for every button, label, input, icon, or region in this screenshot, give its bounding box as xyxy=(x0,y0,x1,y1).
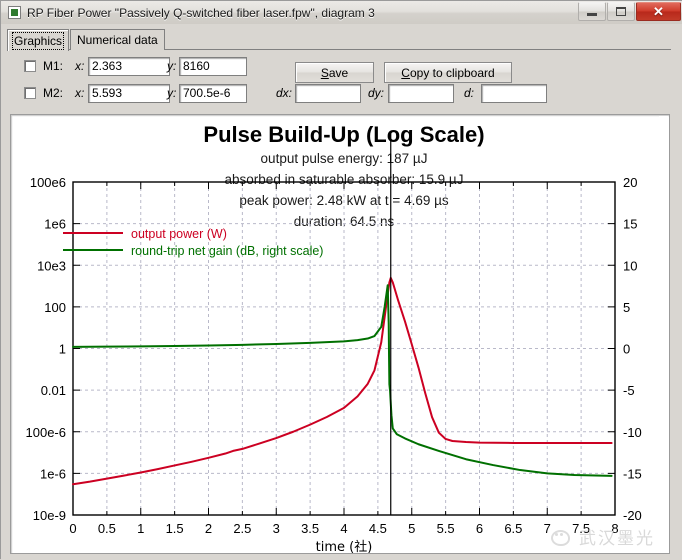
x-axis-tick-label: 6 xyxy=(476,521,483,536)
delta-x-input[interactable] xyxy=(295,84,361,103)
x-axis-tick-label: 2.5 xyxy=(233,521,251,536)
copy-button-rest: opy to clipboard xyxy=(409,65,495,80)
x-axis-tick-label: 1 xyxy=(137,521,144,536)
y-axis-left-tick-label: 1 xyxy=(59,342,66,357)
minimize-button[interactable] xyxy=(578,2,606,21)
marker-m2-y-label: y: xyxy=(167,86,177,100)
window-controls: ✕ xyxy=(577,2,681,22)
y-axis-right-tick-label: 0 xyxy=(623,342,630,357)
application-window: RP Fiber Power "Passively Q-switched fib… xyxy=(0,0,682,560)
save-button-label: Save xyxy=(320,65,349,80)
delta-x-label: dx: xyxy=(276,86,293,100)
y-axis-left-tick-label: 1e6 xyxy=(44,217,66,232)
marker-m1-x-input[interactable]: 2.363 xyxy=(88,57,170,76)
marker-m1-y-input[interactable]: 8160 xyxy=(179,57,247,76)
x-axis-tick-label: 2 xyxy=(205,521,212,536)
owl-logo-icon xyxy=(551,529,573,546)
copy-button-label: Copy to clipboard xyxy=(401,65,495,80)
title-bar[interactable]: RP Fiber Power "Passively Q-switched fib… xyxy=(1,1,682,24)
diagram-canvas[interactable]: Pulse Build-Up (Log Scale) output pulse e… xyxy=(10,114,670,554)
save-button[interactable]: Save xyxy=(295,62,374,83)
series-line xyxy=(72,284,613,477)
y-axis-left-tick-label: 10e-9 xyxy=(33,508,66,523)
delta-y-input[interactable] xyxy=(388,84,454,103)
maximize-button[interactable] xyxy=(607,2,635,21)
tab-numerical-data-label: Numerical data xyxy=(77,33,158,47)
marker-m2-y-input[interactable]: 700.5e-6 xyxy=(179,84,247,103)
x-axis-tick-label: 5.5 xyxy=(437,521,455,536)
tab-graphics[interactable]: Graphics xyxy=(7,29,70,51)
distance-input[interactable] xyxy=(481,84,547,103)
y-axis-left-tick-label: 10e3 xyxy=(37,258,66,273)
y-axis-right-tick-label: -10 xyxy=(623,425,642,440)
x-axis-tick-label: 4.5 xyxy=(369,521,387,536)
x-axis-tick-label: 7 xyxy=(544,521,551,536)
close-icon: ✕ xyxy=(653,4,664,19)
y-axis-right-tick-label: 15 xyxy=(623,217,637,232)
x-axis-tick-label: 1.5 xyxy=(166,521,184,536)
y-axis-left-tick-label: 0.01 xyxy=(41,383,66,398)
watermark-text: 武汉墨光 xyxy=(579,529,655,549)
legend-label: round-trip net gain (dB, right scale) xyxy=(131,244,323,258)
marker-m2-checkbox[interactable] xyxy=(24,87,36,99)
copy-to-clipboard-button[interactable]: Copy to clipboard xyxy=(384,62,512,83)
marker-row-m2: M2: x: 5.593 y: 700.5e-6 dx: dy: d: xyxy=(7,84,677,104)
x-axis-tick-label: 0.5 xyxy=(98,521,116,536)
tab-strip: Graphics Numerical data xyxy=(7,29,677,51)
watermark: 武汉墨光 xyxy=(551,524,655,549)
marker-m1-y-label: y: xyxy=(167,59,177,73)
y-axis-right-tick-label: 5 xyxy=(623,300,630,315)
close-button[interactable]: ✕ xyxy=(636,2,681,21)
save-button-rest: ave xyxy=(328,65,349,80)
x-axis-tick-label: 6.5 xyxy=(504,521,522,536)
marker-m2-label: M2: xyxy=(43,86,64,100)
tab-graphics-label: Graphics xyxy=(11,31,65,50)
tab-numerical-data[interactable]: Numerical data xyxy=(70,29,165,50)
x-axis-title: time (社) xyxy=(316,539,373,553)
x-axis-tick-label: 3.5 xyxy=(301,521,319,536)
chart-title: Pulse Build-Up (Log Scale) xyxy=(203,122,484,147)
marker-m1-x-label: x: xyxy=(75,59,85,73)
legend-label: output power (W) xyxy=(131,227,227,241)
x-axis-tick-label: 5 xyxy=(408,521,415,536)
distance-label: d: xyxy=(464,86,475,100)
x-axis-tick-label: 3 xyxy=(273,521,280,536)
x-axis-tick-label: 4 xyxy=(340,521,347,536)
y-axis-right-tick-label: -20 xyxy=(623,508,642,523)
window-title: RP Fiber Power "Passively Q-switched fib… xyxy=(27,5,375,20)
marker-m1-checkbox[interactable] xyxy=(24,60,36,72)
client-area: Graphics Numerical data M1: x: 2.363 y: … xyxy=(1,24,682,560)
x-axis-tick-label: 0 xyxy=(69,521,76,536)
pulse-build-up-chart: Pulse Build-Up (Log Scale) output pulse e… xyxy=(26,122,642,553)
marker-m2-x-label: x: xyxy=(75,86,85,100)
series-line xyxy=(72,276,613,486)
marker-panel: M1: x: 2.363 y: 8160 Save Copy to clipbo… xyxy=(7,50,677,104)
app-icon xyxy=(8,6,21,19)
y-axis-left-tick-label: 1e-6 xyxy=(40,466,66,481)
y-axis-left-tick-label: 100e6 xyxy=(30,175,66,190)
y-axis-right-tick-label: -5 xyxy=(623,383,635,398)
y-axis-right-tick-label: 10 xyxy=(623,258,637,273)
marker-row-m1: M1: x: 2.363 y: 8160 Save Copy to clipbo… xyxy=(7,57,677,83)
y-axis-right-tick-label: 20 xyxy=(623,175,637,190)
y-axis-left-tick-label: 100 xyxy=(44,300,66,315)
y-axis-right-tick-label: -15 xyxy=(623,466,642,481)
marker-m2-x-input[interactable]: 5.593 xyxy=(88,84,170,103)
chart-annotation: output pulse energy: 187 µJ xyxy=(261,151,428,166)
delta-y-label: dy: xyxy=(368,86,385,100)
marker-m1-label: M1: xyxy=(43,59,64,73)
y-axis-left-tick-label: 100e-6 xyxy=(26,425,66,440)
